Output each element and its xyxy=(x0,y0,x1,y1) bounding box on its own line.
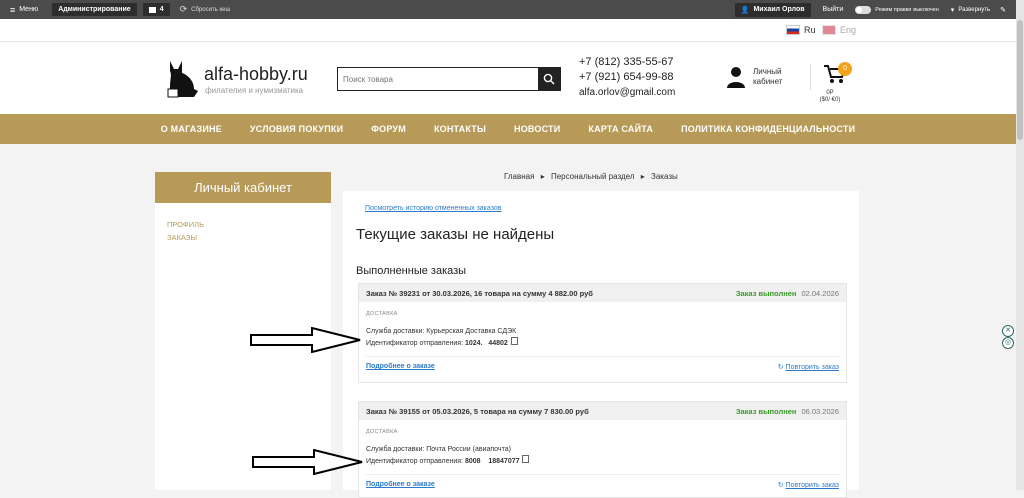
site-logo[interactable] xyxy=(164,59,202,104)
flag-uk-icon xyxy=(822,25,836,35)
order-status: Заказ выполнен xyxy=(735,288,797,298)
search-icon xyxy=(543,73,555,85)
email-link[interactable]: alfa.orlov@gmail.com xyxy=(579,85,675,100)
phone-1[interactable]: +7 (812) 335-55-67 xyxy=(579,55,675,70)
delivery-section-label: ДОСТАВКА xyxy=(366,429,398,435)
breadcrumb-sep-icon: ▸ xyxy=(540,172,545,181)
order-status: Заказ выполнен xyxy=(735,406,797,416)
breadcrumb-orders: Заказы xyxy=(651,172,678,181)
annotation-arrow xyxy=(252,449,363,475)
cart-count-badge: 0 xyxy=(838,62,852,76)
page-scrollbar[interactable] xyxy=(1016,0,1024,490)
admin-bar: ≡ Меню Администрирование 4 ⟳ Сбросить ке… xyxy=(0,0,1016,19)
contacts: +7 (812) 335-55-67 +7 (921) 654-99-88 al… xyxy=(579,55,675,100)
order-details-link[interactable]: Подробнее о заказе xyxy=(366,481,435,489)
logo-name: alfa-hobby.ru xyxy=(204,64,308,84)
breadcrumb: Главная ▸ Персональный раздел ▸ Заказы xyxy=(343,172,859,181)
hamburger-icon: ≡ xyxy=(10,4,16,15)
menu-button[interactable]: ≡ Меню xyxy=(10,5,38,15)
order-title: Заказ № 39155 от 05.03.2026, 5 товара на… xyxy=(366,406,589,416)
nav-sitemap[interactable]: КАРТА САЙТА xyxy=(588,124,653,134)
delivery-service: Служба доставки: Курьерская Доставка СДЭ… xyxy=(366,328,517,335)
language-row: Ru Eng xyxy=(0,19,1016,42)
nav-about[interactable]: О МАГАЗИНЕ xyxy=(161,124,222,134)
expand-button[interactable]: ▾ Развернуть xyxy=(951,6,990,14)
sidebar-item-orders[interactable]: ЗАКАЗЫ xyxy=(167,233,331,242)
breadcrumb-home[interactable]: Главная xyxy=(504,172,534,181)
cancelled-orders-link[interactable]: Посмотреть историю отмененных заказов xyxy=(365,205,501,212)
tracking-id: Идентификатор отправления: 1024. 44802 xyxy=(366,337,846,347)
annotation-arrow xyxy=(250,327,361,353)
repeat-icon: ↻ xyxy=(777,364,784,371)
breadcrumb-personal[interactable]: Персональный раздел xyxy=(551,172,635,181)
lang-eng[interactable]: Eng xyxy=(822,25,856,35)
nav-news[interactable]: НОВОСТИ xyxy=(514,124,560,134)
chevron-down-icon: ▾ xyxy=(950,6,955,14)
main-nav: О МАГАЗИНЕ УСЛОВИЯ ПОКУПКИ ФОРУМ КОНТАКТ… xyxy=(0,114,1016,144)
copy-icon[interactable] xyxy=(522,455,530,463)
sidebar-title: Личный кабинет xyxy=(155,172,331,203)
nav-forum[interactable]: ФОРУМ xyxy=(371,124,406,134)
breadcrumb-sep-icon: ▸ xyxy=(640,172,645,181)
order-date: 06.03.2026 xyxy=(801,406,839,416)
flag-ru-icon xyxy=(786,25,800,35)
search-input[interactable] xyxy=(338,68,538,90)
tracking-value: 1024. 44802 xyxy=(465,340,508,347)
lang-ru[interactable]: Ru xyxy=(786,25,816,35)
edit-mode-toggle[interactable]: Режим правки выключен xyxy=(855,5,939,14)
copy-icon[interactable] xyxy=(510,337,518,345)
panel-icon xyxy=(148,6,156,13)
tracking-id: Идентификатор отправления: 8008 18847077 xyxy=(366,455,846,465)
sidebar-item-profile[interactable]: ПРОФИЛЬ xyxy=(167,220,331,229)
order-card: Заказ № 39155 от 05.03.2026, 5 товара на… xyxy=(358,401,847,498)
delivery-service: Служба доставки: Почта России (авиапочта… xyxy=(366,446,511,453)
order-date: 02.04.2026 xyxy=(801,288,839,298)
order-details-link[interactable]: Подробнее о заказе xyxy=(366,363,435,371)
repeat-icon: ↻ xyxy=(777,482,784,489)
cart-sum: 0Р ($0/ €0) xyxy=(819,90,841,103)
current-orders-heading: Текущие заказы не найдены xyxy=(356,226,555,243)
accessibility-icon[interactable]: ◎ xyxy=(1002,337,1014,349)
repeat-order-button[interactable]: ↻ Повторить заказ xyxy=(778,363,839,371)
user-button[interactable]: 👤 Михаил Орлов xyxy=(734,2,811,17)
logout-button[interactable]: Выйти xyxy=(823,6,844,13)
tracking-value: 8008 18847077 xyxy=(465,458,520,465)
phone-2[interactable]: +7 (921) 654-99-88 xyxy=(579,70,675,85)
nav-contacts[interactable]: КОНТАКТЫ xyxy=(434,124,486,134)
account-link[interactable]: Личный кабинет xyxy=(727,66,782,88)
close-widget-icon[interactable]: ✕ xyxy=(1002,325,1014,337)
toggle-switch[interactable] xyxy=(855,5,872,14)
cat-logo-icon xyxy=(167,61,198,98)
refresh-icon: ⟳ xyxy=(179,4,188,14)
search-button[interactable] xyxy=(538,68,560,90)
logo-subtitle: филателия и нумизматика xyxy=(205,86,304,95)
delivery-section-label: ДОСТАВКА xyxy=(366,311,398,317)
completed-orders-heading: Выполненные заказы xyxy=(356,265,467,277)
cart-button[interactable]: 0 xyxy=(824,62,852,89)
search-box xyxy=(337,67,561,91)
site-header: alfa-hobby.ru филателия и нумизматика +7… xyxy=(0,42,1016,114)
clear-cache-button[interactable]: ⟳ Сбросить кеш xyxy=(180,4,231,15)
notifications-button[interactable]: 4 xyxy=(142,3,170,16)
pin-icon[interactable]: ✎ xyxy=(1000,6,1006,14)
nav-terms[interactable]: УСЛОВИЯ ПОКУПКИ xyxy=(250,124,343,134)
user-icon xyxy=(727,67,745,88)
order-title: Заказ № 39231 от 30.03.2026, 16 товара н… xyxy=(366,288,593,298)
user-icon: 👤 xyxy=(740,6,750,14)
nav-privacy[interactable]: ПОЛИТИКА КОНФИДЕНЦИАЛЬНОСТИ xyxy=(681,124,855,134)
repeat-order-button[interactable]: ↻ Повторить заказ xyxy=(778,481,839,489)
administration-button[interactable]: Администрирование xyxy=(52,3,137,16)
order-card: Заказ № 39231 от 30.03.2026, 16 товара н… xyxy=(358,283,847,383)
